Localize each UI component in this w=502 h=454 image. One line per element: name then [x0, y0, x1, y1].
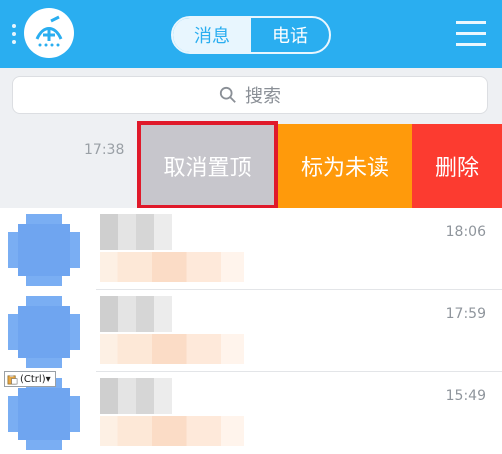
message-preview-blurred	[100, 416, 244, 446]
contact-name-blurred	[100, 296, 172, 332]
avatar	[8, 296, 80, 368]
search-bar-area: 搜索	[0, 68, 502, 124]
fish-logo-icon	[30, 14, 68, 52]
mark-unread-button[interactable]: 标为未读	[278, 124, 412, 208]
avatar	[8, 378, 80, 450]
app-header: 消息 电话	[0, 0, 502, 68]
more-dots-icon[interactable]	[12, 24, 16, 44]
paste-options-button[interactable]: (Ctrl)▾	[4, 371, 56, 387]
avatar	[8, 214, 80, 286]
swiped-conversation-row: 17:38 取消置顶 标为未读 删除	[0, 124, 502, 208]
contact-name-blurred	[100, 214, 172, 250]
list-item[interactable]: 18:06	[0, 208, 502, 290]
delete-button[interactable]: 删除	[412, 124, 502, 208]
paste-options-label: (Ctrl)▾	[20, 373, 51, 385]
conversation-time: 17:38	[84, 142, 125, 158]
list-item[interactable]: 15:49	[0, 372, 502, 454]
tab-calls[interactable]: 电话	[251, 18, 329, 52]
list-item[interactable]: 17:59	[0, 290, 502, 372]
conversation-time: 18:06	[445, 224, 486, 240]
message-preview-blurred	[100, 334, 244, 364]
conversation-time: 15:49	[445, 388, 486, 404]
tab-messages[interactable]: 消息	[173, 18, 251, 52]
message-call-tabs: 消息 电话	[171, 16, 331, 54]
message-preview-blurred	[100, 252, 244, 282]
conversation-time: 17:59	[445, 306, 486, 322]
menu-icon[interactable]	[456, 21, 486, 47]
unpin-button[interactable]: 取消置顶	[137, 124, 278, 208]
search-icon	[219, 86, 236, 103]
search-input[interactable]: 搜索	[12, 76, 488, 114]
contact-name-blurred	[100, 378, 172, 414]
clipboard-icon	[7, 374, 18, 384]
user-avatar[interactable]	[24, 8, 74, 58]
search-placeholder: 搜索	[245, 86, 281, 107]
